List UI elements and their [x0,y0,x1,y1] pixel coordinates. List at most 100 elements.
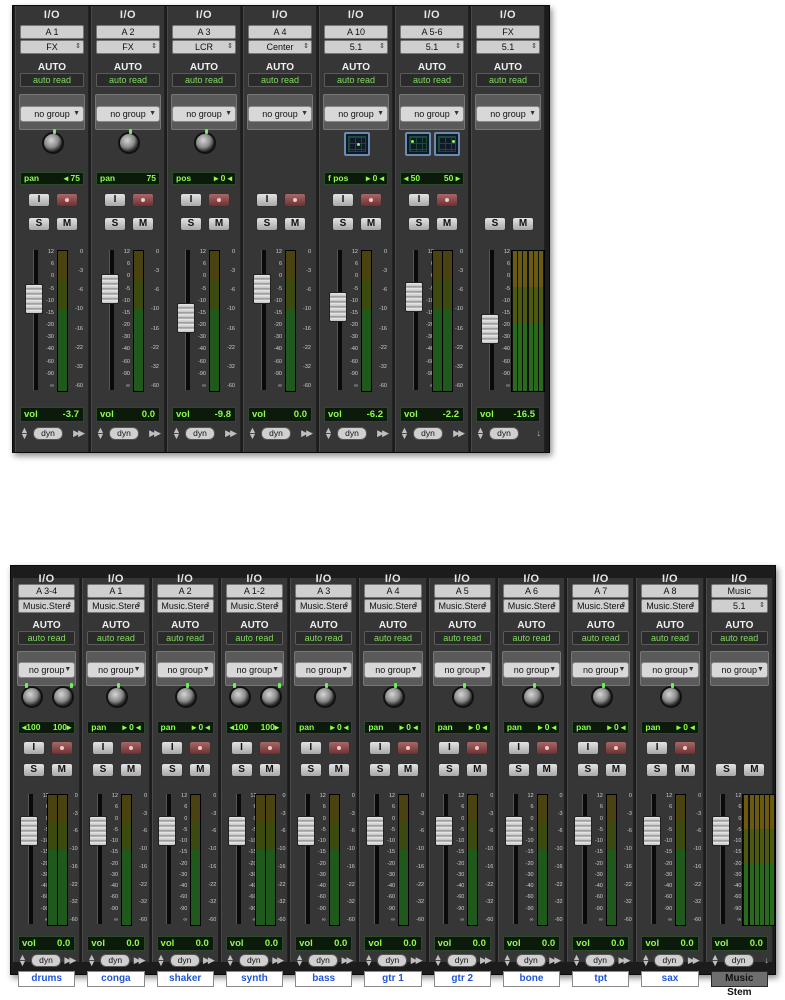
mute-button[interactable]: M [327,763,350,777]
pan-knob-right[interactable] [51,683,74,708]
volume-display[interactable]: vol 0.0 [710,936,768,951]
group-selector[interactable]: no group ▼ [572,662,630,678]
volume-display[interactable]: vol 0.0 [225,936,284,951]
pan-knob[interactable] [660,683,683,708]
dyn-button[interactable]: dyn [489,427,519,440]
automation-mode-selector[interactable]: auto read [20,73,84,87]
dyn-button[interactable]: dyn [185,427,215,440]
down-arrow-icon[interactable]: ↓ [537,427,541,439]
fast-forward-icon[interactable]: ▶▶ [480,954,492,966]
dyn-button[interactable]: dyn [33,427,63,440]
solo-button[interactable]: S [180,217,202,231]
input-selector[interactable]: A 3 [172,25,236,39]
solo-button[interactable]: S [256,217,278,231]
record-enable-button[interactable] [466,741,489,755]
pan-display[interactable]: pan ▸ 0 ◂ [641,721,699,734]
dyn-button[interactable]: dyn [723,954,754,967]
group-selector[interactable]: no group ▼ [20,106,84,122]
mute-button[interactable]: M [258,763,281,777]
mute-button[interactable]: M [436,217,458,231]
track-name[interactable]: shaker [156,971,214,987]
pan-display[interactable]: pan ▸ 0 ◂ [502,721,561,734]
pan-knob[interactable] [42,129,64,154]
surround-panner-icon[interactable] [434,132,460,156]
input-monitor-button[interactable]: I [161,741,184,755]
fast-forward-icon[interactable]: ▶▶ [225,427,237,439]
group-selector[interactable]: no group ▼ [641,662,699,678]
group-selector[interactable]: no group ▼ [172,106,236,122]
automation-mode-selector[interactable]: auto read [18,631,76,645]
record-enable-button[interactable] [120,741,143,755]
volume-display[interactable]: vol 0.0 [248,407,312,422]
group-selector[interactable]: no group ▼ [225,662,284,678]
mute-button[interactable]: M [56,217,78,231]
volume-display[interactable]: vol -9.8 [172,407,236,422]
pan-display[interactable]: pan 75 [96,172,160,185]
input-selector[interactable]: A 1 [20,25,84,39]
dyn-button[interactable]: dyn [337,427,367,440]
record-enable-button[interactable] [674,741,697,755]
input-monitor-button[interactable]: I [92,741,115,755]
input-selector[interactable]: A 2 [96,25,160,39]
dyn-button[interactable]: dyn [308,954,339,967]
automation-mode-selector[interactable]: auto read [96,73,160,87]
nudge-arrows-icon[interactable]: ▲ ▼ [324,426,333,441]
input-selector[interactable]: A 3 [295,584,353,598]
dyn-button[interactable]: dyn [100,954,131,967]
solo-button[interactable]: S [161,763,184,777]
fast-forward-icon[interactable]: ▶▶ [341,954,353,966]
automation-mode-selector[interactable]: auto read [248,73,312,87]
automation-mode-selector[interactable]: auto read [433,631,491,645]
solo-button[interactable]: S [299,763,322,777]
mute-button[interactable]: M [512,217,534,231]
output-selector[interactable]: Music.Stere ⇕ [18,599,76,613]
group-selector[interactable]: no group ▼ [502,662,561,678]
input-monitor-button[interactable]: I [438,741,461,755]
record-enable-button[interactable] [535,741,558,755]
volume-display[interactable]: vol 0.0 [641,936,699,951]
nudge-arrows-icon[interactable]: ▲ ▼ [295,953,304,968]
automation-mode-selector[interactable]: auto read [225,631,284,645]
volume-display[interactable]: vol 0.0 [96,407,160,422]
input-monitor-button[interactable]: I [408,193,430,207]
volume-display[interactable]: vol 0.0 [364,936,422,951]
input-monitor-button[interactable]: I [104,193,126,207]
fast-forward-icon[interactable]: ▶▶ [619,954,631,966]
mute-button[interactable]: M [132,217,154,231]
track-name[interactable]: tpt [572,971,630,987]
pan-knob-right[interactable] [259,683,282,708]
automation-mode-selector[interactable]: auto read [172,73,236,87]
output-selector[interactable]: Music.Stere ⇕ [502,599,561,613]
solo-button[interactable]: S [646,763,669,777]
record-enable-button[interactable] [436,193,458,207]
input-selector[interactable]: A 4 [364,584,422,598]
nudge-arrows-icon[interactable]: ▲ ▼ [157,953,166,968]
group-selector[interactable]: no group ▼ [710,662,768,678]
nudge-arrows-icon[interactable]: ▲ ▼ [87,953,96,968]
output-selector[interactable]: Music.Stere ⇕ [87,599,145,613]
pan-display[interactable]: pos ▸ 0 ◂ [172,172,236,185]
record-enable-button[interactable] [284,193,306,207]
mute-button[interactable]: M [360,217,382,231]
group-selector[interactable]: no group ▼ [476,106,540,122]
pan-display[interactable]: ◂ 50 50 ▸ [400,172,464,185]
output-selector[interactable]: Music.Stere ⇕ [225,599,284,613]
fast-forward-icon[interactable]: ▶▶ [301,427,313,439]
volume-display[interactable]: vol 0.0 [156,936,214,951]
input-monitor-button[interactable]: I [299,741,322,755]
automation-mode-selector[interactable]: auto read [710,631,768,645]
input-selector[interactable]: A 1-2 [225,584,284,598]
nudge-arrows-icon[interactable]: ▲ ▼ [18,953,27,968]
input-selector[interactable]: Music [710,584,768,598]
output-selector[interactable]: Music.Stere ⇕ [433,599,491,613]
mute-button[interactable]: M [604,763,627,777]
pan-knob[interactable] [383,683,406,708]
volume-display[interactable]: vol 0.0 [18,936,76,951]
record-enable-button[interactable] [327,741,350,755]
mute-button[interactable]: M [466,763,489,777]
input-selector[interactable]: A 5-6 [400,25,464,39]
solo-button[interactable]: S [332,217,354,231]
automation-mode-selector[interactable]: auto read [87,631,145,645]
group-selector[interactable]: no group ▼ [295,662,353,678]
pan-display[interactable]: ◂100 100▸ [18,721,76,734]
